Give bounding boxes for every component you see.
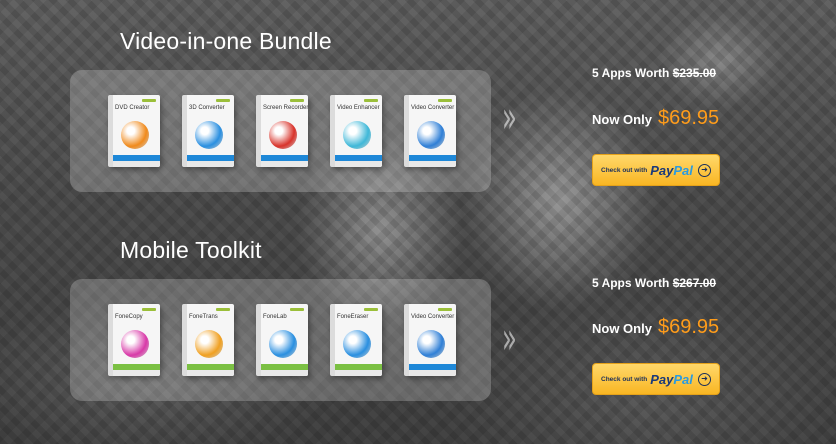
product-name: FoneCopy	[115, 314, 143, 320]
product-box[interactable]: Video Converter	[404, 95, 456, 167]
product-name: DVD Creator	[115, 105, 150, 111]
paypal-logo: PayPal	[650, 162, 693, 178]
brand-mark	[216, 99, 230, 102]
apps-worth-label: 5 Apps Worth	[592, 276, 670, 290]
product-logo-icon	[121, 330, 149, 358]
paypal-logo: PayPal	[650, 371, 693, 387]
product-logo-icon	[343, 330, 371, 358]
checkout-label: Check out with	[601, 375, 648, 383]
bundle-title: Video-in-one Bundle	[120, 28, 332, 54]
original-price: $235.00	[672, 66, 717, 80]
product-box[interactable]: Screen Recorder	[256, 95, 308, 167]
brand-mark	[364, 308, 378, 311]
brand-mark	[290, 308, 304, 311]
bundle-title: Mobile Toolkit	[120, 237, 262, 263]
product-box[interactable]: 3D Converter	[182, 95, 234, 167]
brand-mark	[142, 99, 156, 102]
brand-mark	[438, 99, 452, 102]
brand-mark	[142, 308, 156, 311]
product-box[interactable]: Video Enhancer	[330, 95, 382, 167]
product-logo-icon	[195, 121, 223, 149]
box-footer	[261, 161, 308, 167]
box-footer	[409, 161, 456, 167]
product-logo-icon	[269, 121, 297, 149]
brand-mark	[216, 308, 230, 311]
product-logo-icon	[417, 121, 445, 149]
product-name: FoneTrans	[189, 314, 218, 320]
box-footer	[113, 161, 160, 167]
product-logo-icon	[121, 121, 149, 149]
box-footer	[335, 161, 382, 167]
apps-worth: 5 Apps Worth $267.00	[592, 276, 716, 290]
paypal-checkout-button[interactable]: Check out with PayPal ➜	[592, 154, 720, 186]
now-only-label: Now Only	[592, 321, 652, 336]
apps-worth-label: 5 Apps Worth	[592, 66, 670, 80]
product-logo-icon	[269, 330, 297, 358]
products-panel: FoneCopy FoneTrans FoneLab FoneEraser Video …	[70, 279, 491, 401]
product-logo-icon	[343, 121, 371, 149]
product-name: Video Converter	[411, 105, 455, 111]
now-only: Now Only $69.95	[592, 107, 719, 130]
original-price: $267.00	[672, 276, 717, 290]
box-footer	[335, 370, 382, 376]
product-box[interactable]: FoneLab	[256, 304, 308, 376]
box-footer	[113, 370, 160, 376]
chevron-right-icon[interactable]: »	[502, 92, 517, 143]
products-panel: DVD Creator 3D Converter Screen Recorder Vi…	[70, 70, 491, 192]
product-logo-icon	[195, 330, 223, 358]
sale-price: $69.95	[657, 107, 720, 129]
brand-mark	[364, 99, 378, 102]
apps-worth: 5 Apps Worth $235.00	[592, 66, 716, 80]
product-name: 3D Converter	[189, 105, 225, 111]
product-name: Screen Recorder	[263, 105, 308, 111]
box-footer	[261, 370, 308, 376]
chevron-right-icon[interactable]: »	[502, 313, 517, 364]
paypal-checkout-button[interactable]: Check out with PayPal ➜	[592, 363, 720, 395]
product-box[interactable]: DVD Creator	[108, 95, 160, 167]
product-name: Video Enhancer	[337, 105, 380, 111]
checkout-label: Check out with	[601, 166, 648, 174]
box-footer	[409, 370, 456, 376]
product-box[interactable]: Video Converter	[404, 304, 456, 376]
product-name: FoneEraser	[337, 314, 369, 320]
sale-price: $69.95	[657, 316, 720, 338]
now-only: Now Only $69.95	[592, 316, 719, 339]
now-only-label: Now Only	[592, 112, 652, 127]
product-box[interactable]: FoneCopy	[108, 304, 160, 376]
brand-mark	[290, 99, 304, 102]
product-name: Video Converter	[411, 314, 455, 320]
box-footer	[187, 370, 234, 376]
product-logo-icon	[417, 330, 445, 358]
box-footer	[187, 161, 234, 167]
arrow-circle-icon: ➜	[698, 373, 711, 386]
product-box[interactable]: FoneTrans	[182, 304, 234, 376]
arrow-circle-icon: ➜	[698, 164, 711, 177]
brand-mark	[438, 308, 452, 311]
product-box[interactable]: FoneEraser	[330, 304, 382, 376]
product-name: FoneLab	[263, 314, 287, 320]
